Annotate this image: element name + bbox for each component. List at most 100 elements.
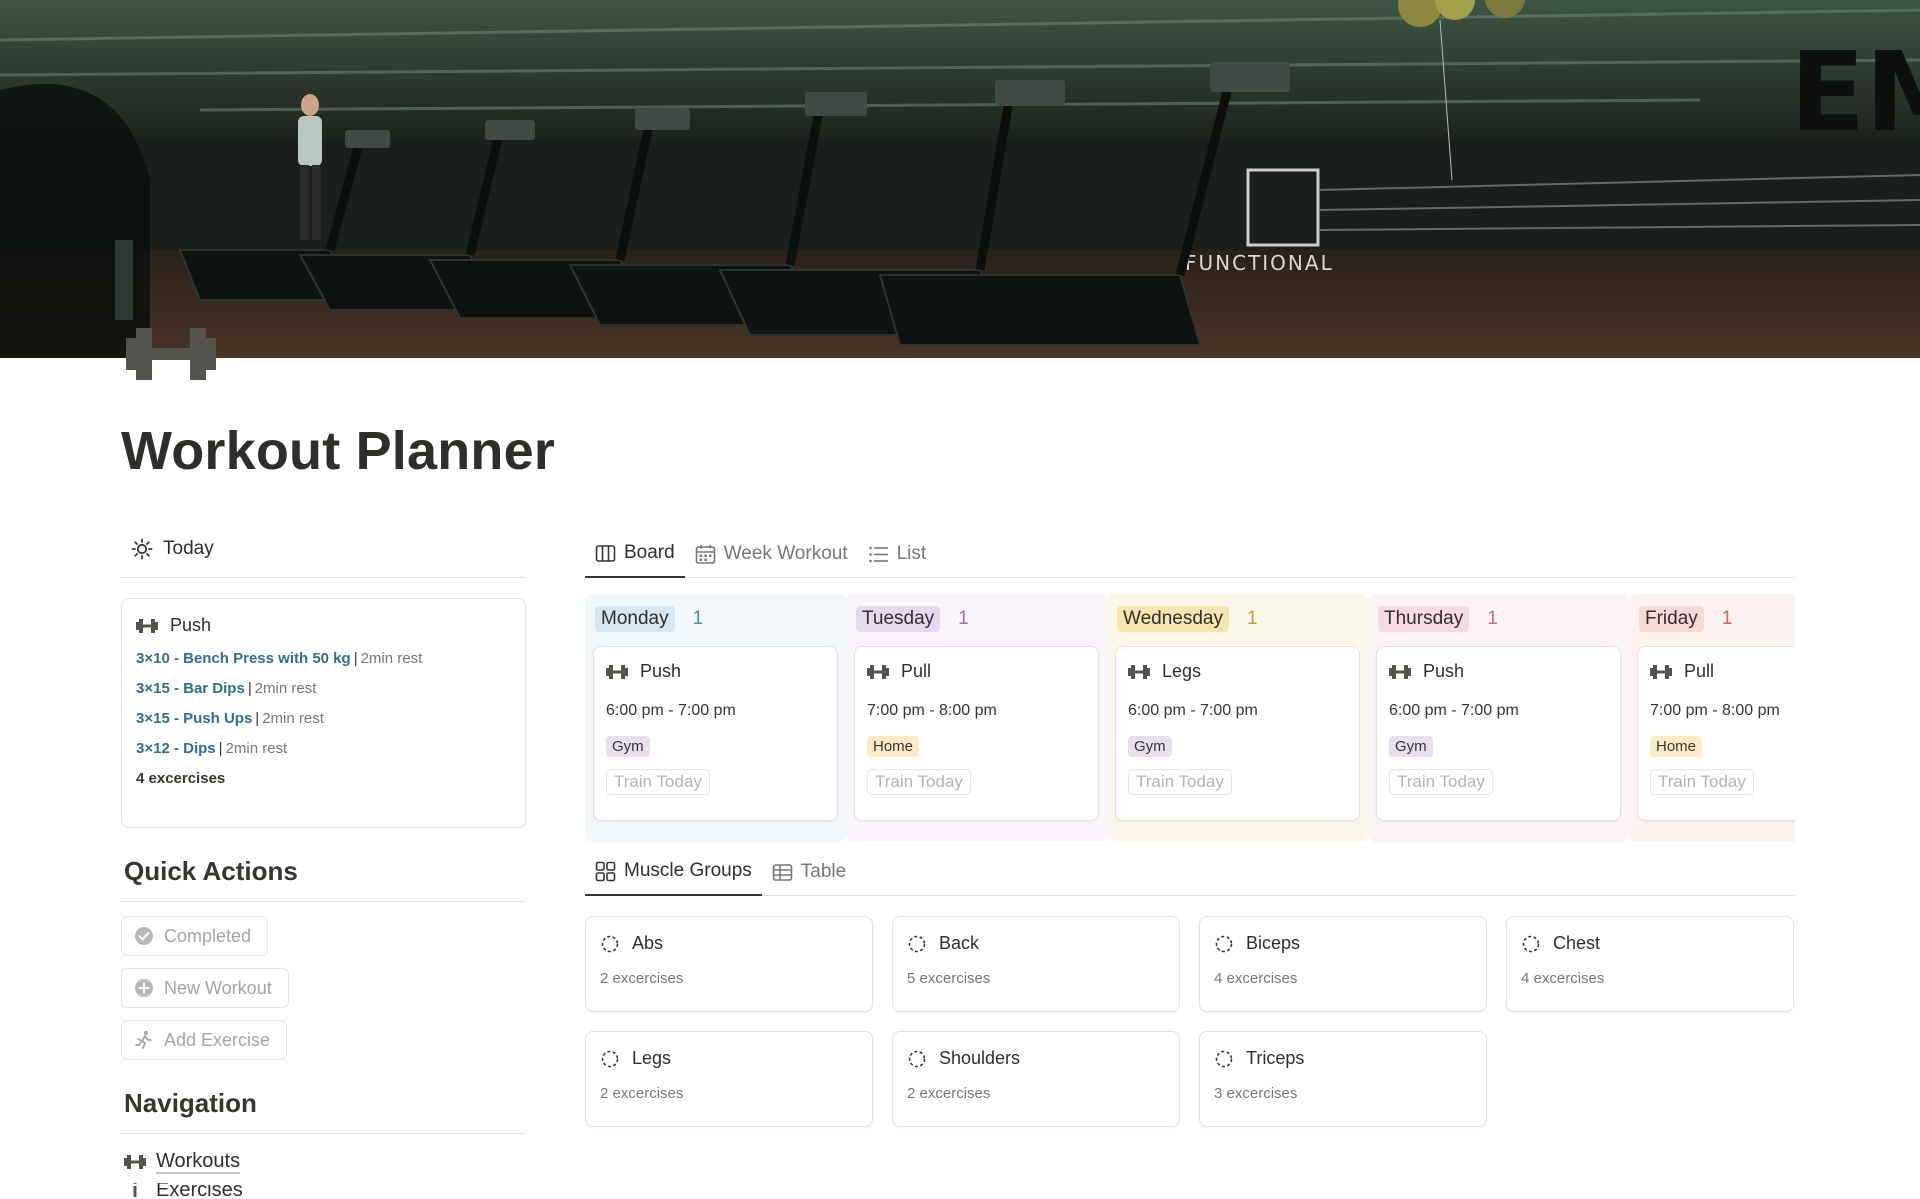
nav-item-exercises-label: Exercises: [156, 1183, 243, 1197]
day-tag[interactable]: Thursday: [1378, 606, 1470, 632]
workout-card[interactable]: Pull 7:00 pm - 8:00 pm Home Train Today: [1637, 646, 1795, 821]
workout-card[interactable]: Pull 7:00 pm - 8:00 pm Home Train Today: [854, 646, 1099, 821]
exercise-line: 3×12 - Dips | 2min rest: [136, 740, 511, 757]
train-today-button[interactable]: Train Today: [1389, 769, 1493, 795]
add-exercise-button[interactable]: Add Exercise: [121, 1020, 288, 1060]
exercise-link[interactable]: 3×15 - Push Ups: [136, 710, 252, 727]
page-title[interactable]: Workout Planner: [121, 420, 555, 482]
column-header: Monday 1: [593, 602, 838, 636]
dashed-circle-icon: [601, 1050, 619, 1067]
tab-week-workout[interactable]: Week Workout: [685, 530, 858, 578]
muscle-group-name: Chest: [1553, 933, 1601, 953]
completed-button[interactable]: Completed: [121, 916, 269, 956]
dumbbell-icon: [136, 618, 158, 633]
dashed-circle-icon: [908, 935, 926, 952]
tab-board[interactable]: Board: [585, 530, 685, 578]
exercise-rest: 2min rest: [262, 710, 324, 727]
dashed-circle-icon: [908, 1050, 926, 1067]
exercise-rest: 2min rest: [225, 740, 288, 757]
dashed-circle-icon: [1522, 935, 1540, 952]
svg-text:FUNCTIONAL: FUNCTIONAL: [1185, 251, 1334, 275]
dumbbell-icon: [1128, 664, 1150, 679]
workout-card-title: Push: [1389, 661, 1608, 682]
table-icon: [772, 863, 793, 881]
muscle-group-count: 3 excercises: [1214, 1085, 1298, 1102]
muscle-group-name: Shoulders: [939, 1048, 1021, 1068]
muscle-group-card[interactable]: Shoulders 2 excercises: [892, 1031, 1180, 1127]
dashed-circle-icon: [1215, 1050, 1233, 1067]
list-icon: [868, 546, 888, 562]
muscle-group-card[interactable]: Legs 2 excercises: [585, 1031, 873, 1127]
train-today-button[interactable]: Train Today: [867, 769, 971, 795]
tab-table[interactable]: Table: [762, 848, 856, 896]
exercise-link[interactable]: 3×12 - Dips: [136, 740, 216, 757]
muscle-group-count: 4 excercises: [1214, 970, 1298, 987]
place-tag: Home: [1650, 736, 1703, 757]
tab-today[interactable]: Today: [131, 538, 214, 560]
exercise-link[interactable]: 3×10 - Bench Press with 50 kg: [136, 650, 351, 667]
day-tag[interactable]: Wednesday: [1117, 606, 1229, 632]
dumbbell-icon: [606, 664, 628, 679]
exercise-rest: 2min rest: [254, 680, 317, 697]
info-icon: [133, 1183, 137, 1197]
today-workout-card[interactable]: Push 3×10 - Bench Press with 50 kg | 2min …: [121, 598, 526, 828]
workout-card[interactable]: Legs 6:00 pm - 7:00 pm Gym Train Today: [1115, 646, 1360, 821]
train-today-button[interactable]: Train Today: [1650, 769, 1754, 795]
board-column-wednesday: Wednesday 1 Legs 6:00 pm - 7:00 pm Gym T…: [1107, 594, 1368, 842]
column-count: 1: [1487, 608, 1498, 629]
muscle-group-card[interactable]: Back 5 excercises: [892, 916, 1180, 1012]
tab-today-label: Today: [163, 538, 214, 559]
workout-time: 6:00 pm - 7:00 pm: [1128, 702, 1258, 719]
add-exercise-label: Add Exercise: [164, 1029, 271, 1050]
workout-name: Pull: [901, 661, 932, 681]
workout-card-title: Pull: [867, 661, 1086, 682]
day-tag[interactable]: Tuesday: [856, 606, 941, 632]
workout-card[interactable]: Push 6:00 pm - 7:00 pm Gym Train Today: [1376, 646, 1621, 821]
workout-card[interactable]: Push 6:00 pm - 7:00 pm Gym Train Today: [593, 646, 838, 821]
new-workout-button[interactable]: New Workout: [121, 968, 289, 1008]
exercise-line: 3×15 - Push Ups | 2min rest: [136, 710, 511, 727]
train-today-button[interactable]: Train Today: [606, 769, 710, 795]
muscle-group-count: 2 excercises: [600, 970, 684, 987]
exercise-link[interactable]: 3×15 - Bar Dips: [136, 680, 245, 697]
calendar-icon: [695, 544, 716, 564]
muscle-group-card[interactable]: Triceps 3 excercises: [1199, 1031, 1487, 1127]
nav-item-workouts[interactable]: Workouts: [124, 1150, 526, 1173]
muscle-group-tabs: Muscle Groups Table: [585, 848, 1795, 896]
day-tag[interactable]: Friday: [1639, 606, 1704, 632]
muscle-group-card[interactable]: Chest 4 excercises: [1506, 916, 1794, 1012]
muscle-group-name: Triceps: [1246, 1048, 1305, 1068]
workout-time: 6:00 pm - 7:00 pm: [606, 702, 736, 719]
column-count: 1: [958, 608, 969, 629]
separator: |: [218, 740, 223, 757]
running-person-icon: [135, 1031, 152, 1049]
tab-muscle-groups[interactable]: Muscle Groups: [585, 848, 762, 896]
workout-name: Push: [1423, 661, 1465, 681]
nav-item-exercises[interactable]: Exercises: [124, 1183, 526, 1197]
right-column: Board Week Workout List Monday 1 Push 6:…: [585, 530, 1795, 1146]
place-tag: Gym: [1128, 736, 1172, 757]
board-icon: [595, 544, 616, 562]
today-card-title: Push: [136, 615, 511, 636]
workout-time: 7:00 pm - 8:00 pm: [1650, 702, 1780, 719]
column-header: Friday 1: [1637, 602, 1795, 636]
column-header: Thursday 1: [1376, 602, 1621, 636]
train-today-button[interactable]: Train Today: [1128, 769, 1232, 795]
day-tag[interactable]: Monday: [595, 606, 675, 632]
tab-list[interactable]: List: [858, 530, 937, 578]
muscle-group-gallery: Abs 2 excercises Back 5 excercises Bicep…: [585, 916, 1795, 1146]
dumbbell-icon[interactable]: [126, 326, 216, 382]
workout-card-title: Push: [606, 661, 825, 682]
muscle-group-card[interactable]: Abs 2 excercises: [585, 916, 873, 1012]
column-count: 1: [1721, 608, 1733, 629]
dumbbell-icon: [1650, 664, 1672, 679]
dumbbell-icon: [124, 1154, 146, 1169]
dumbbell-icon: [867, 664, 889, 679]
today-card-title-text: Push: [170, 615, 212, 635]
column-count: 1: [1247, 608, 1258, 629]
muscle-group-card[interactable]: Biceps 4 excercises: [1199, 916, 1487, 1012]
separator: |: [353, 650, 358, 667]
board-view: Monday 1 Push 6:00 pm - 7:00 pm Gym Trai…: [585, 594, 1795, 842]
new-workout-label: New Workout: [164, 977, 272, 998]
today-tabbar: Today: [121, 530, 526, 578]
